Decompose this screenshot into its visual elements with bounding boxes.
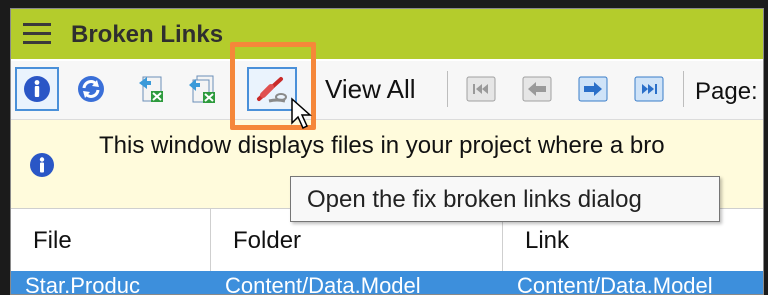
cell-file: Star.Produc — [25, 273, 140, 295]
menu-icon[interactable] — [23, 23, 51, 45]
export-icon — [135, 73, 167, 105]
toolbar-separator — [683, 71, 684, 107]
cell-link: Content/Data.Model — [517, 273, 713, 295]
export-button[interactable] — [129, 67, 173, 111]
window-title: Broken Links — [71, 21, 224, 48]
view-all-button[interactable]: View All — [325, 74, 416, 105]
last-page-icon — [633, 75, 665, 103]
toolbar: View All Page: — [11, 61, 763, 120]
info-icon — [29, 152, 55, 183]
previous-page-button[interactable] — [515, 67, 559, 111]
mouse-cursor-icon — [290, 97, 314, 136]
previous-page-icon — [521, 75, 553, 103]
table-row[interactable]: Star.Produc Content/Data.Model Content/D… — [11, 271, 763, 295]
refresh-icon — [76, 74, 106, 104]
refresh-button[interactable] — [69, 67, 113, 111]
export-all-icon — [187, 73, 219, 105]
first-page-button[interactable] — [459, 67, 503, 111]
info-icon — [22, 74, 52, 104]
page-label: Page: — [695, 78, 758, 105]
next-page-icon — [577, 75, 609, 103]
export-all-button[interactable] — [181, 67, 225, 111]
toolbar-separator — [447, 71, 448, 107]
tooltip: Open the fix broken links dialog — [290, 176, 720, 222]
info-button[interactable] — [15, 67, 59, 111]
column-header-file[interactable]: File — [11, 209, 211, 271]
title-bar: Broken Links — [11, 9, 763, 59]
info-message: This window displays files in your proje… — [99, 132, 665, 159]
cell-folder: Content/Data.Model — [225, 273, 421, 295]
next-page-button[interactable] — [571, 67, 615, 111]
broken-links-panel: Broken Links View All Page: This window … — [10, 8, 764, 295]
last-page-button[interactable] — [627, 67, 671, 111]
first-page-icon — [465, 75, 497, 103]
